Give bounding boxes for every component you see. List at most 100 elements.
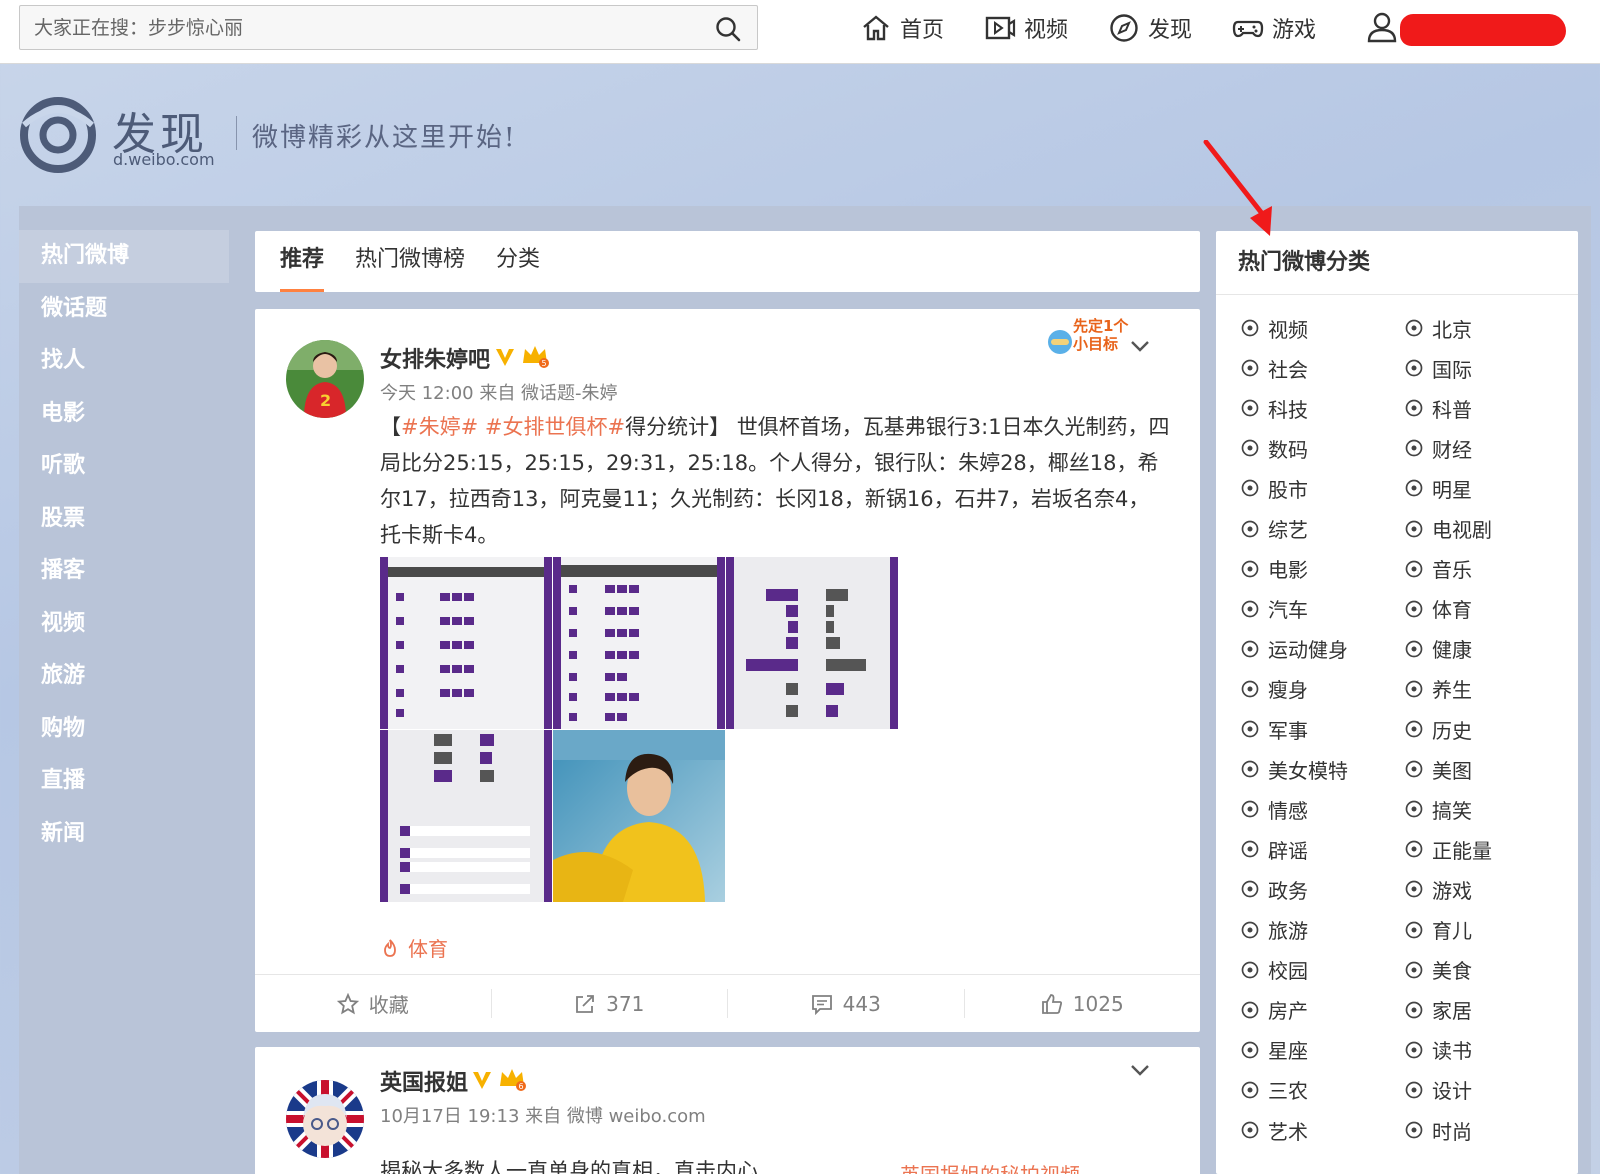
category-item[interactable]: 美图 bbox=[1404, 754, 1472, 784]
verified-v-icon[interactable] bbox=[494, 346, 516, 368]
category-item[interactable]: 社会 bbox=[1240, 353, 1308, 383]
category-item[interactable]: 电影 bbox=[1240, 554, 1308, 584]
category-label: 科普 bbox=[1432, 397, 1472, 422]
left-nav-shopping[interactable]: 购物 bbox=[19, 703, 229, 756]
category-item[interactable]: 游戏 bbox=[1404, 874, 1472, 904]
category-item[interactable]: 视频 bbox=[1240, 313, 1308, 343]
left-nav-news[interactable]: 新闻 bbox=[19, 808, 229, 861]
nav-video[interactable]: 视频 bbox=[984, 12, 1068, 44]
verified-v-icon[interactable] bbox=[471, 1069, 493, 1091]
like-button[interactable]: 1025 bbox=[965, 989, 1201, 1018]
left-nav-topics[interactable]: 微话题 bbox=[19, 283, 229, 336]
category-label: 游戏 bbox=[1432, 878, 1472, 903]
post-image-3[interactable] bbox=[726, 557, 898, 729]
post-image-2[interactable] bbox=[553, 557, 725, 729]
repost-button[interactable]: 371 bbox=[492, 989, 728, 1018]
category-item[interactable]: 星座 bbox=[1240, 1035, 1308, 1065]
left-nav-movies[interactable]: 电影 bbox=[19, 388, 229, 441]
category-item[interactable]: 财经 bbox=[1404, 433, 1472, 463]
category-label: 股市 bbox=[1268, 477, 1308, 502]
member-crown-icon[interactable]: 6 bbox=[497, 1066, 527, 1092]
category-label: 电视剧 bbox=[1432, 518, 1492, 542]
nav-discover[interactable]: 发现 bbox=[1108, 12, 1192, 44]
post-actions: 收藏 371 443 1025 bbox=[255, 974, 1200, 1032]
category-item[interactable]: 体育 bbox=[1404, 594, 1472, 624]
comment-button[interactable]: 443 bbox=[728, 989, 965, 1018]
tab-categories[interactable]: 分类 bbox=[496, 231, 540, 292]
category-item[interactable]: 校园 bbox=[1240, 955, 1308, 985]
category-item[interactable]: 健康 bbox=[1404, 634, 1472, 664]
category-item[interactable]: 股市 bbox=[1240, 473, 1308, 503]
category-item[interactable]: 育儿 bbox=[1404, 915, 1472, 945]
nav-games[interactable]: 游戏 bbox=[1232, 12, 1316, 44]
category-item[interactable]: 历史 bbox=[1404, 714, 1472, 744]
avatar[interactable]: 2 bbox=[286, 340, 364, 418]
search-icon[interactable] bbox=[715, 16, 741, 42]
username[interactable]: 女排朱婷吧 bbox=[380, 342, 490, 374]
category-item[interactable]: 正能量 bbox=[1404, 834, 1492, 864]
category-item[interactable]: 科技 bbox=[1240, 393, 1308, 423]
category-item[interactable]: 国际 bbox=[1404, 353, 1472, 383]
left-nav-travel[interactable]: 旅游 bbox=[19, 650, 229, 703]
tab-recommend[interactable]: 推荐 bbox=[280, 231, 325, 292]
favorite-button[interactable]: 收藏 bbox=[255, 989, 492, 1018]
search-box[interactable] bbox=[19, 5, 758, 50]
category-item[interactable]: 军事 bbox=[1240, 714, 1308, 744]
category-item[interactable]: 养生 bbox=[1404, 674, 1472, 704]
hashtag-volleyball-cup[interactable]: #女排世俱杯# bbox=[478, 415, 625, 439]
category-item[interactable]: 政务 bbox=[1240, 874, 1308, 904]
chevron-down-icon[interactable] bbox=[1128, 1057, 1152, 1081]
sun-icon bbox=[1405, 840, 1423, 858]
top-bar: 首页 视频 发现 游戏 bbox=[0, 0, 1600, 64]
category-item[interactable]: 搞笑 bbox=[1404, 794, 1472, 824]
category-item[interactable]: 电视剧 bbox=[1404, 514, 1492, 544]
username[interactable]: 英国报姐 bbox=[380, 1065, 468, 1097]
category-item[interactable]: 设计 bbox=[1404, 1075, 1472, 1105]
left-nav-find-people[interactable]: 找人 bbox=[19, 335, 229, 388]
member-crown-icon[interactable]: 5 bbox=[520, 343, 550, 369]
category-item[interactable]: 汽车 bbox=[1240, 594, 1308, 624]
category-item[interactable]: 明星 bbox=[1404, 473, 1472, 503]
hashtag-zhuting[interactable]: #朱婷# bbox=[401, 415, 478, 439]
left-nav-podcast[interactable]: 播客 bbox=[19, 545, 229, 598]
video-link[interactable]: 英国报姐的秘拍视频 bbox=[900, 1159, 1080, 1174]
category-item[interactable]: 三农 bbox=[1240, 1075, 1308, 1105]
left-nav-hot-weibo[interactable]: 热门微博 bbox=[19, 230, 229, 283]
farm-icon bbox=[1241, 1081, 1259, 1099]
redacted-username[interactable] bbox=[1400, 14, 1566, 46]
category-item[interactable]: 辟谣 bbox=[1240, 834, 1308, 864]
user-icon[interactable] bbox=[1365, 10, 1399, 44]
post-image-1[interactable] bbox=[380, 557, 552, 729]
category-item[interactable]: 北京 bbox=[1404, 313, 1472, 343]
category-item[interactable]: 读书 bbox=[1404, 1035, 1472, 1065]
left-nav-video[interactable]: 视频 bbox=[19, 598, 229, 651]
topic-tag[interactable]: 体育 bbox=[380, 933, 448, 962]
category-item[interactable]: 综艺 bbox=[1240, 514, 1308, 544]
category-item[interactable]: 旅游 bbox=[1240, 915, 1308, 945]
category-item[interactable]: 情感 bbox=[1240, 794, 1308, 824]
nav-home[interactable]: 首页 bbox=[860, 12, 944, 44]
chevron-down-icon[interactable] bbox=[1128, 333, 1152, 357]
category-label: 育儿 bbox=[1432, 919, 1472, 943]
tab-hot-ranking[interactable]: 热门微博榜 bbox=[355, 231, 465, 292]
search-input[interactable] bbox=[20, 6, 700, 49]
post-image-5[interactable] bbox=[553, 730, 725, 902]
avatar[interactable] bbox=[286, 1080, 364, 1158]
category-item[interactable]: 美女模特 bbox=[1240, 754, 1348, 784]
category-item[interactable]: 音乐 bbox=[1404, 554, 1472, 584]
category-item[interactable]: 瘦身 bbox=[1240, 674, 1308, 704]
left-nav-live[interactable]: 直播 bbox=[19, 755, 229, 808]
post-image-4[interactable] bbox=[380, 730, 552, 902]
category-item[interactable]: 时尚 bbox=[1404, 1115, 1472, 1145]
category-label: 旅游 bbox=[1268, 919, 1308, 943]
left-nav-music[interactable]: 听歌 bbox=[19, 440, 229, 493]
category-item[interactable]: 数码 bbox=[1240, 433, 1308, 463]
left-nav-stocks[interactable]: 股票 bbox=[19, 493, 229, 546]
cloud-heart-icon bbox=[1241, 800, 1259, 818]
category-item[interactable]: 美食 bbox=[1404, 955, 1472, 985]
category-item[interactable]: 运动健身 bbox=[1240, 634, 1348, 664]
category-item[interactable]: 房产 bbox=[1240, 995, 1308, 1025]
category-item[interactable]: 艺术 bbox=[1240, 1115, 1308, 1145]
category-item[interactable]: 科普 bbox=[1404, 393, 1472, 423]
category-item[interactable]: 家居 bbox=[1404, 995, 1472, 1025]
